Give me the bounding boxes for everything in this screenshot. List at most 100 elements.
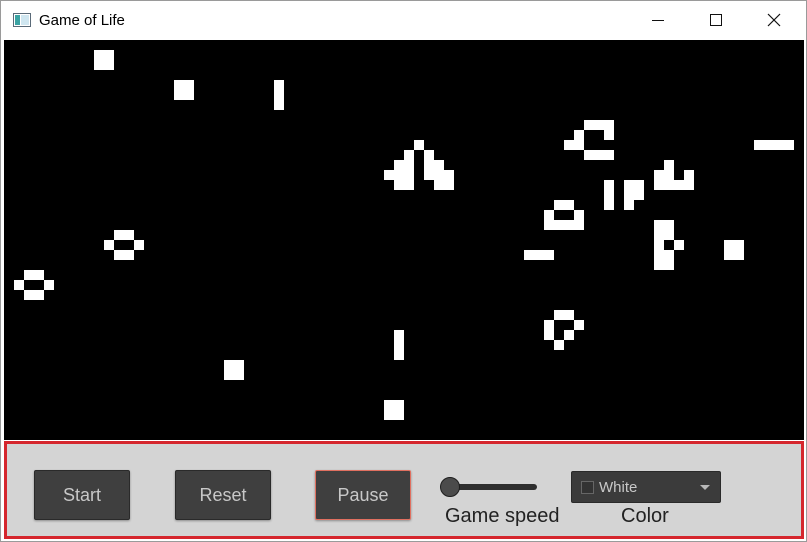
live-cell[interactable] — [394, 410, 404, 420]
live-cell[interactable] — [734, 250, 744, 260]
live-cell[interactable] — [764, 140, 774, 150]
live-cell[interactable] — [594, 120, 604, 130]
live-cell[interactable] — [424, 170, 434, 180]
game-board[interactable] — [4, 40, 804, 440]
live-cell[interactable] — [664, 180, 674, 190]
live-cell[interactable] — [24, 270, 34, 280]
live-cell[interactable] — [124, 250, 134, 260]
live-cell[interactable] — [544, 220, 554, 230]
live-cell[interactable] — [664, 220, 674, 230]
live-cell[interactable] — [584, 150, 594, 160]
live-cell[interactable] — [674, 240, 684, 250]
live-cell[interactable] — [394, 400, 404, 410]
live-cell[interactable] — [384, 410, 394, 420]
live-cell[interactable] — [664, 230, 674, 240]
live-cell[interactable] — [604, 180, 614, 190]
live-cell[interactable] — [174, 90, 184, 100]
live-cell[interactable] — [274, 90, 284, 100]
live-cell[interactable] — [624, 200, 634, 210]
title-bar[interactable]: Game of Life — [1, 1, 806, 39]
live-cell[interactable] — [434, 170, 444, 180]
live-cell[interactable] — [604, 190, 614, 200]
live-cell[interactable] — [384, 400, 394, 410]
live-cell[interactable] — [174, 80, 184, 90]
live-cell[interactable] — [594, 150, 604, 160]
reset-button[interactable]: Reset — [175, 470, 271, 520]
live-cell[interactable] — [664, 250, 674, 260]
live-cell[interactable] — [134, 240, 144, 250]
live-cell[interactable] — [384, 170, 394, 180]
live-cell[interactable] — [274, 80, 284, 90]
live-cell[interactable] — [654, 230, 664, 240]
live-cell[interactable] — [544, 210, 554, 220]
live-cell[interactable] — [404, 150, 414, 160]
live-cell[interactable] — [104, 50, 114, 60]
live-cell[interactable] — [734, 240, 744, 250]
live-cell[interactable] — [184, 80, 194, 90]
minimize-button[interactable] — [629, 1, 687, 39]
live-cell[interactable] — [684, 180, 694, 190]
live-cell[interactable] — [394, 330, 404, 340]
live-cell[interactable] — [404, 160, 414, 170]
live-cell[interactable] — [94, 50, 104, 60]
live-cell[interactable] — [754, 140, 764, 150]
live-cell[interactable] — [224, 370, 234, 380]
live-cell[interactable] — [104, 60, 114, 70]
live-cell[interactable] — [394, 350, 404, 360]
live-cell[interactable] — [554, 340, 564, 350]
live-cell[interactable] — [634, 190, 644, 200]
live-cell[interactable] — [564, 310, 574, 320]
live-cell[interactable] — [224, 360, 234, 370]
live-cell[interactable] — [394, 160, 404, 170]
live-cell[interactable] — [774, 140, 784, 150]
live-cell[interactable] — [604, 120, 614, 130]
close-button[interactable] — [745, 1, 803, 39]
live-cell[interactable] — [784, 140, 794, 150]
live-cell[interactable] — [574, 320, 584, 330]
live-cell[interactable] — [434, 160, 444, 170]
live-cell[interactable] — [394, 170, 404, 180]
live-cell[interactable] — [394, 340, 404, 350]
live-cell[interactable] — [574, 220, 584, 230]
live-cell[interactable] — [564, 140, 574, 150]
live-cell[interactable] — [674, 180, 684, 190]
live-cell[interactable] — [24, 290, 34, 300]
live-cell[interactable] — [554, 310, 564, 320]
live-cell[interactable] — [664, 260, 674, 270]
live-cell[interactable] — [534, 250, 544, 260]
live-cell[interactable] — [104, 240, 114, 250]
live-cell[interactable] — [624, 190, 634, 200]
color-dropdown[interactable]: White — [571, 471, 721, 503]
live-cell[interactable] — [544, 250, 554, 260]
live-cell[interactable] — [654, 260, 664, 270]
live-cell[interactable] — [564, 200, 574, 210]
live-cell[interactable] — [444, 170, 454, 180]
live-cell[interactable] — [14, 280, 24, 290]
start-button[interactable]: Start — [34, 470, 130, 520]
live-cell[interactable] — [574, 140, 584, 150]
live-cell[interactable] — [404, 180, 414, 190]
live-cell[interactable] — [394, 180, 404, 190]
live-cell[interactable] — [404, 170, 414, 180]
live-cell[interactable] — [114, 250, 124, 260]
live-cell[interactable] — [574, 210, 584, 220]
live-cell[interactable] — [544, 330, 554, 340]
live-cell[interactable] — [564, 220, 574, 230]
live-cell[interactable] — [604, 200, 614, 210]
live-cell[interactable] — [544, 320, 554, 330]
live-cell[interactable] — [654, 220, 664, 230]
live-cell[interactable] — [524, 250, 534, 260]
live-cell[interactable] — [124, 230, 134, 240]
cell-grid[interactable] — [4, 40, 804, 440]
live-cell[interactable] — [44, 280, 54, 290]
live-cell[interactable] — [424, 160, 434, 170]
live-cell[interactable] — [724, 250, 734, 260]
live-cell[interactable] — [584, 120, 594, 130]
live-cell[interactable] — [604, 130, 614, 140]
live-cell[interactable] — [184, 90, 194, 100]
live-cell[interactable] — [554, 220, 564, 230]
game-speed-slider-thumb[interactable] — [440, 477, 460, 497]
live-cell[interactable] — [564, 330, 574, 340]
live-cell[interactable] — [624, 180, 634, 190]
live-cell[interactable] — [94, 60, 104, 70]
